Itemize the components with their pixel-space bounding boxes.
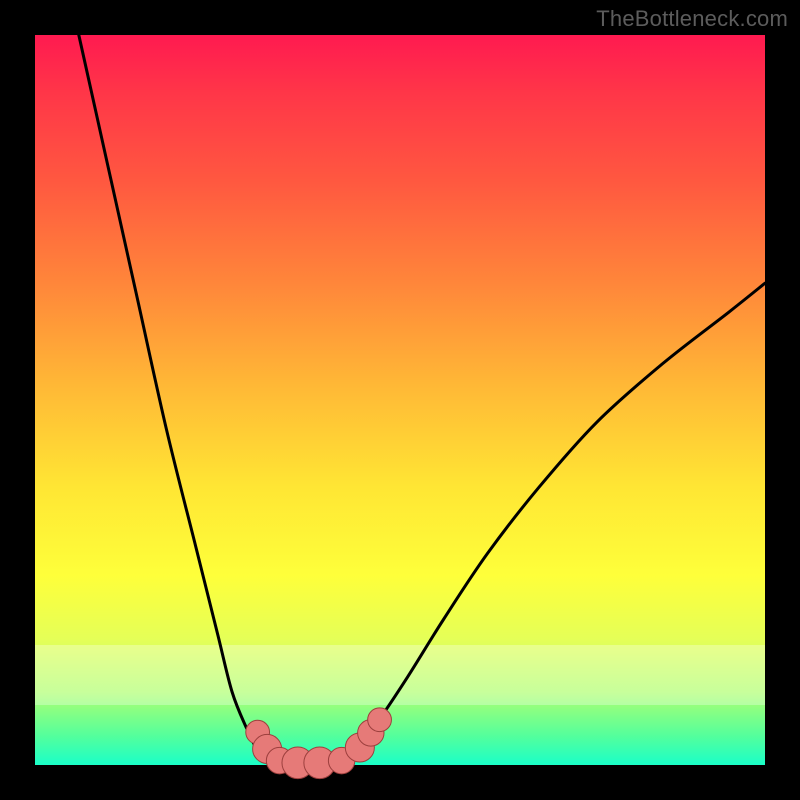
data-marker [368, 708, 392, 732]
plot-area [35, 35, 765, 765]
bottleneck-curve [79, 35, 765, 766]
watermark-text: TheBottleneck.com [596, 6, 788, 32]
chart-stage: TheBottleneck.com [0, 0, 800, 800]
curve-layer [35, 35, 765, 765]
